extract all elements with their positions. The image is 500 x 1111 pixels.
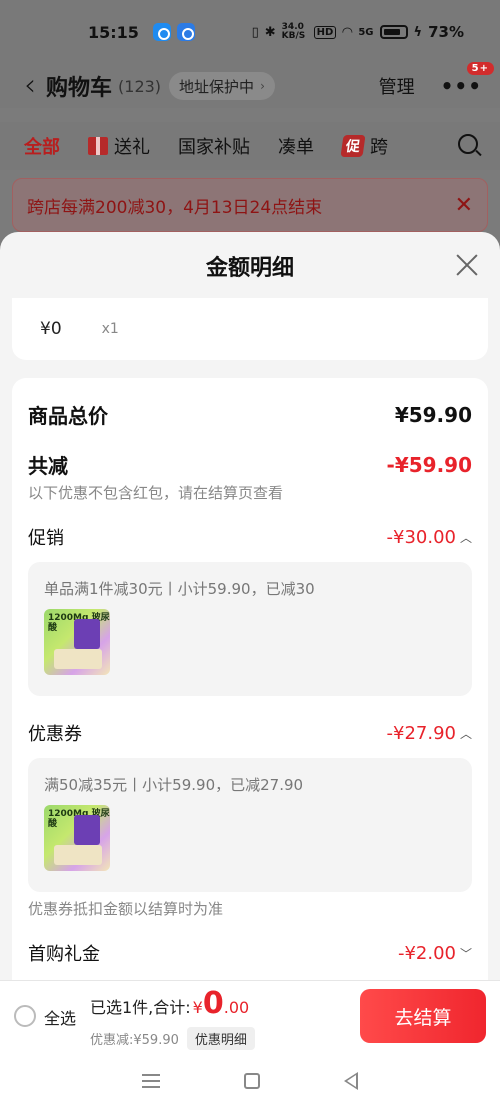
promo-desc: 单品满1件减30元丨小计59.90，已减30 (44, 580, 315, 598)
recent-apps-icon[interactable] (142, 1073, 160, 1088)
select-all-label[interactable]: 全选 (44, 1005, 76, 1029)
amount-detail-sheet: 金额明细 ¥0 x1 商品总价 ¥59.90 共减 -¥59.90 以下优惠不包… (0, 232, 500, 980)
tab-cross-store[interactable]: 促 跨 (340, 133, 388, 159)
charging-icon: ϟ (413, 24, 423, 40)
back-icon[interactable]: ‹ (24, 71, 36, 101)
coupon-note-row: 优惠券抵扣金额以结算时为准 (28, 898, 472, 919)
coupon-detail-box: 满50减35元丨小计59.90，已减27.90 1200Mg 玻尿酸 (28, 758, 472, 892)
cart-header: ‹ 购物车 (123) 地址保护中 › 管理 ••• 5+ (0, 62, 500, 108)
discount-summary: 优惠减:¥59.90 优惠明细 (90, 1027, 255, 1050)
sheet-title: 金额明细 (205, 256, 294, 281)
reduce-value: -¥59.90 (386, 452, 472, 477)
currency-symbol: ¥ (192, 998, 203, 1017)
firstbuy-label: 首购礼金 (28, 944, 100, 965)
checkout-button[interactable]: 去结算 (360, 989, 486, 1043)
bluetooth-icon: ✱ (264, 24, 276, 40)
checkout-bar: 全选 已选1件,合计: ¥ 0 .00 优惠减:¥59.90 优惠明细 去结算 (0, 980, 500, 1050)
address-protection-chip[interactable]: 地址保护中 › (169, 72, 275, 100)
thumb-box (74, 619, 100, 649)
reduce-note: 以下优惠不包含红包，请在结算页查看 (28, 484, 284, 502)
tab-cross-label: 跨 (370, 137, 388, 158)
product-thumbnail: 1200Mg 玻尿酸 (44, 805, 110, 871)
total-decimal: .00 (223, 998, 250, 1017)
thumb-box-2 (54, 845, 102, 865)
search-icon[interactable] (458, 134, 478, 154)
firstbuy-value: -¥2.00 (397, 942, 456, 964)
address-label: 地址保护中 (179, 77, 255, 96)
coupon-note: 优惠券抵扣金额以结算时为准 (28, 900, 224, 918)
item-price: ¥0 (40, 319, 62, 339)
hd-icon: HD (313, 25, 337, 39)
item-card: ¥0 x1 (12, 298, 488, 360)
tab-gift[interactable]: 送礼 (88, 133, 150, 159)
firstbuy-row[interactable]: 首购礼金 -¥2.00 ﹀ (28, 940, 472, 966)
select-all-radio[interactable] (14, 1005, 36, 1027)
discount-text: 优惠减:¥59.90 (90, 1033, 179, 1048)
total-label: 商品总价 (28, 404, 108, 428)
tab-gift-label: 送礼 (114, 137, 150, 158)
tab-all[interactable]: 全部 (24, 133, 60, 159)
gift-icon (88, 137, 108, 155)
page-title: 购物车 (46, 76, 113, 101)
thumb-box (74, 815, 100, 845)
promo-tag-icon: 促 (340, 135, 366, 157)
coupon-label: 优惠券 (28, 724, 82, 745)
coupon-desc: 满50减35元丨小计59.90，已减27.90 (44, 776, 304, 794)
product-thumbnail: 1200Mg 玻尿酸 (44, 609, 110, 675)
cart-count: (123) (118, 76, 162, 96)
battery-percent: 73% (428, 23, 464, 41)
price-breakdown-card: 商品总价 ¥59.90 共减 -¥59.90 以下优惠不包含红包，请在结算页查看… (12, 378, 488, 980)
battery-icon (379, 25, 408, 39)
discount-detail-button[interactable]: 优惠明细 (186, 1027, 255, 1050)
coupon-row[interactable]: 优惠券 -¥27.90 ︿ (28, 720, 472, 746)
promo-value: -¥30.00 (386, 526, 456, 548)
signal-icon: 5G (358, 26, 374, 38)
wifi-icon: ◠ (342, 24, 353, 40)
message-badge: 5+ (466, 62, 494, 75)
thumb-box-2 (54, 649, 102, 669)
total-summary: 已选1件,合计: ¥ 0 .00 (90, 989, 249, 1019)
coupon-value: -¥27.90 (386, 722, 456, 744)
home-icon[interactable] (244, 1072, 260, 1089)
total-amount: 0 (202, 986, 224, 1021)
promo-banner-text: 跨店每满200减30，4月13日24点结束 (27, 197, 323, 218)
chevron-up-icon: ︿ (459, 726, 472, 741)
close-banner-icon[interactable]: ✕ (455, 193, 473, 218)
vibrate-icon: ▯ (251, 24, 259, 40)
tab-subsidy[interactable]: 国家补贴 (178, 133, 250, 159)
promo-banner[interactable]: 跨店每满200减30，4月13日24点结束 ✕ (12, 178, 488, 232)
promo-row[interactable]: 促销 -¥30.00 ︿ (28, 524, 472, 550)
app-notification-icon (152, 23, 171, 41)
net-speed: 34.0 KB/S (281, 22, 306, 41)
chevron-right-icon: › (260, 79, 265, 93)
tab-bundle[interactable]: 凑单 (278, 133, 314, 159)
more-menu-icon[interactable]: ••• 5+ (441, 62, 494, 98)
chevron-down-icon: ﹀ (459, 946, 472, 961)
status-bar: 15:15 ▯ ✱ 34.0 KB/S HD ◠ 5G ϟ 73% (0, 0, 500, 64)
reduce-note-row: 以下优惠不包含红包，请在结算页查看 (28, 482, 472, 503)
close-icon[interactable] (454, 252, 480, 278)
selected-label: 已选1件,合计: (90, 998, 191, 1017)
promo-label: 促销 (28, 528, 64, 549)
manage-button[interactable]: 管理 (379, 73, 415, 99)
item-qty: x1 (101, 321, 119, 337)
reduce-row: 共减 -¥59.90 (28, 450, 472, 479)
filter-tabs: 全部 送礼 国家补贴 凑单 促 跨 (0, 122, 500, 170)
status-right: ▯ ✱ 34.0 KB/S HD ◠ 5G ϟ 73% (251, 22, 464, 42)
reduce-label: 共减 (28, 454, 68, 478)
system-nav-bar (0, 1050, 500, 1111)
back-triangle-icon[interactable] (344, 1071, 358, 1090)
status-time: 15:15 (88, 22, 139, 42)
app-notification-icon-2 (176, 23, 195, 41)
total-value: ¥59.90 (394, 402, 472, 427)
promo-detail-box: 单品满1件减30元丨小计59.90，已减30 1200Mg 玻尿酸 (28, 562, 472, 696)
chevron-up-icon: ︿ (459, 530, 472, 545)
total-row: 商品总价 ¥59.90 (28, 400, 472, 429)
